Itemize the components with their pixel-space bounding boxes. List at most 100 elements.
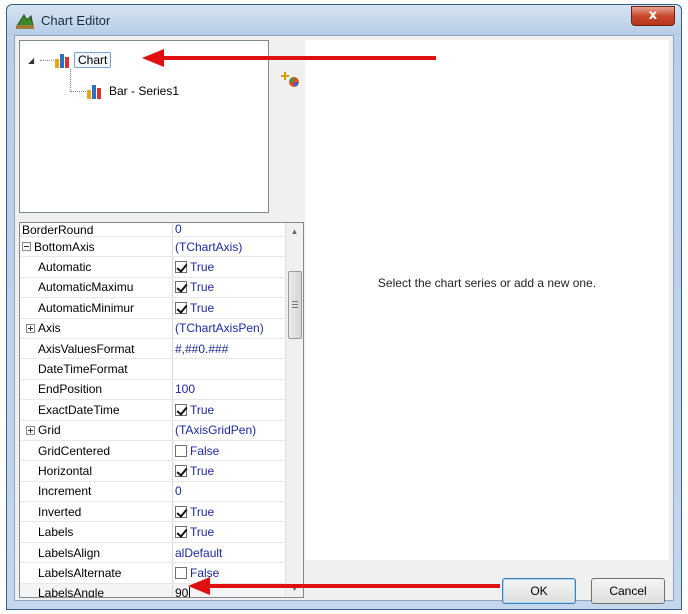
property-value[interactable]: 0 <box>173 484 285 498</box>
property-value-cell[interactable]: False <box>173 444 285 458</box>
property-value-cell[interactable]: True <box>173 260 285 274</box>
checkbox-checked-icon[interactable] <box>175 505 187 518</box>
property-name: BottomAxis <box>34 239 95 254</box>
title-bar[interactable]: Chart Editor x <box>7 5 681 35</box>
property-inspector[interactable]: BorderRound 0 BottomAxis (TChartAxis) Au… <box>19 222 304 598</box>
checkbox-checked-icon[interactable] <box>175 301 187 314</box>
collapse-box-icon[interactable] <box>22 242 31 252</box>
property-row[interactable]: Axis (TChartAxisPen) <box>20 318 286 339</box>
property-value[interactable]: 100 <box>173 382 285 396</box>
close-icon: x <box>648 8 658 23</box>
property-name: Horizontal <box>20 461 173 481</box>
property-value[interactable]: (TAxisGridPen) <box>173 423 285 437</box>
scroll-down-arrow-icon[interactable]: ▼ <box>286 580 303 597</box>
tree-node-series[interactable]: Bar - Series1 <box>86 82 182 100</box>
checkbox-checked-icon[interactable] <box>175 526 187 539</box>
property-row[interactable]: BottomAxis (TChartAxis) <box>20 237 286 258</box>
property-name: GridCentered <box>20 440 173 461</box>
property-name: EndPosition <box>20 379 173 400</box>
property-row[interactable]: LabelsAlign alDefault <box>20 542 286 564</box>
checkbox-checked-icon[interactable] <box>175 464 187 477</box>
property-value[interactable]: #,##0.### <box>173 342 285 356</box>
property-row[interactable]: Inverted True <box>20 502 286 523</box>
property-value: True <box>190 525 215 540</box>
property-name: Inverted <box>20 502 173 522</box>
property-value: False <box>190 443 220 458</box>
property-value: False <box>190 565 220 580</box>
property-row[interactable]: Horizontal True <box>20 461 286 482</box>
property-value: True <box>190 280 215 295</box>
property-value-cell[interactable]: True <box>173 505 285 519</box>
property-name-cell: Grid <box>20 420 173 440</box>
ok-button[interactable]: OK <box>502 578 576 604</box>
property-value-input[interactable]: 90 <box>175 586 188 597</box>
property-value-cell[interactable]: True <box>173 280 285 294</box>
property-value-cell[interactable]: True <box>173 525 285 539</box>
property-name: Labels <box>20 522 173 542</box>
property-value[interactable]: alDefault <box>173 546 285 560</box>
property-value-editor[interactable]: 90 <box>173 586 285 597</box>
property-value-cell[interactable]: True <box>173 403 285 417</box>
property-value-cell[interactable]: True <box>173 301 285 315</box>
empty-panel-message: Select the chart series or add a new one… <box>377 276 597 290</box>
property-value-cell[interactable]: False <box>173 566 285 580</box>
property-row[interactable]: AutomaticMaximu True <box>20 277 286 299</box>
property-name-cell: BottomAxis <box>20 237 173 257</box>
property-value-cell[interactable]: True <box>173 464 285 478</box>
collapse-triangle-icon[interactable]: ◢ <box>28 56 34 65</box>
chart-editor-app-icon <box>16 14 34 29</box>
tree-node-chart[interactable]: Chart <box>54 51 112 69</box>
property-name: AutomaticMinimur <box>20 298 173 318</box>
property-name: LabelsAlign <box>20 542 173 563</box>
bar-chart-icon <box>55 53 69 68</box>
property-name: BorderRound <box>20 223 173 236</box>
scroll-up-arrow-icon[interactable]: ▲ <box>286 223 303 240</box>
property-name: DateTimeFormat <box>20 359 173 379</box>
checkbox-checked-icon[interactable] <box>175 261 187 274</box>
property-row[interactable]: BorderRound 0 <box>20 223 286 237</box>
checkbox-checked-icon[interactable] <box>175 403 187 416</box>
bar-series-icon <box>87 84 101 99</box>
property-value: True <box>190 463 215 478</box>
tree-node-chart-label: Chart <box>74 52 112 68</box>
checkbox-unchecked-icon[interactable] <box>175 444 187 457</box>
property-row[interactable]: EndPosition 100 <box>20 379 286 401</box>
tree-connector <box>70 69 71 92</box>
chart-editor-window: Chart Editor x ◢ Chart Bar - Series1 Sel… <box>6 4 682 610</box>
property-row[interactable]: ExactDateTime True <box>20 400 286 421</box>
scroll-thumb[interactable] <box>288 271 302 339</box>
checkbox-unchecked-icon[interactable] <box>175 566 187 579</box>
property-row[interactable]: AxisValuesFormat #,##0.### <box>20 338 286 360</box>
property-row[interactable]: Grid (TAxisGridPen) <box>20 420 286 441</box>
cancel-button[interactable]: Cancel <box>591 578 665 604</box>
property-name: Grid <box>38 423 61 438</box>
property-value[interactable]: (TChartAxis) <box>173 240 285 254</box>
property-name: Increment <box>20 481 173 502</box>
property-name: Axis <box>38 321 61 336</box>
checkbox-checked-icon[interactable] <box>175 281 187 294</box>
expand-box-icon[interactable] <box>26 425 35 435</box>
property-value[interactable]: 0 <box>173 223 285 236</box>
property-row[interactable]: Increment 0 <box>20 481 286 503</box>
property-row[interactable]: DateTimeFormat <box>20 359 286 380</box>
inspector-scrollbar[interactable]: ▲ ▼ <box>285 223 303 597</box>
editor-client-area: ◢ Chart Bar - Series1 Select the chart s… <box>14 35 674 604</box>
property-row[interactable]: AutomaticMinimur True <box>20 298 286 319</box>
property-row[interactable]: LabelsAlternate False <box>20 563 286 584</box>
expand-box-icon[interactable] <box>26 323 35 333</box>
close-button[interactable]: x <box>631 6 675 26</box>
add-series-icon[interactable] <box>281 70 301 90</box>
property-row-editing[interactable]: LabelsAngle 90 <box>20 583 286 597</box>
property-name: LabelsAngle <box>20 583 173 597</box>
property-value: True <box>190 300 215 315</box>
property-row[interactable]: GridCentered False <box>20 440 286 462</box>
series-tree[interactable]: ◢ Chart Bar - Series1 <box>19 40 269 213</box>
series-editor-panel: Select the chart series or add a new one… <box>305 40 669 560</box>
property-name: AxisValuesFormat <box>20 338 173 359</box>
property-row[interactable]: Labels True <box>20 522 286 543</box>
tree-connector <box>70 91 86 92</box>
property-value[interactable]: (TChartAxisPen) <box>173 321 285 335</box>
property-row[interactable]: Automatic True <box>20 257 286 278</box>
window-title: Chart Editor <box>41 13 111 28</box>
tree-node-series-label: Bar - Series1 <box>109 84 180 98</box>
